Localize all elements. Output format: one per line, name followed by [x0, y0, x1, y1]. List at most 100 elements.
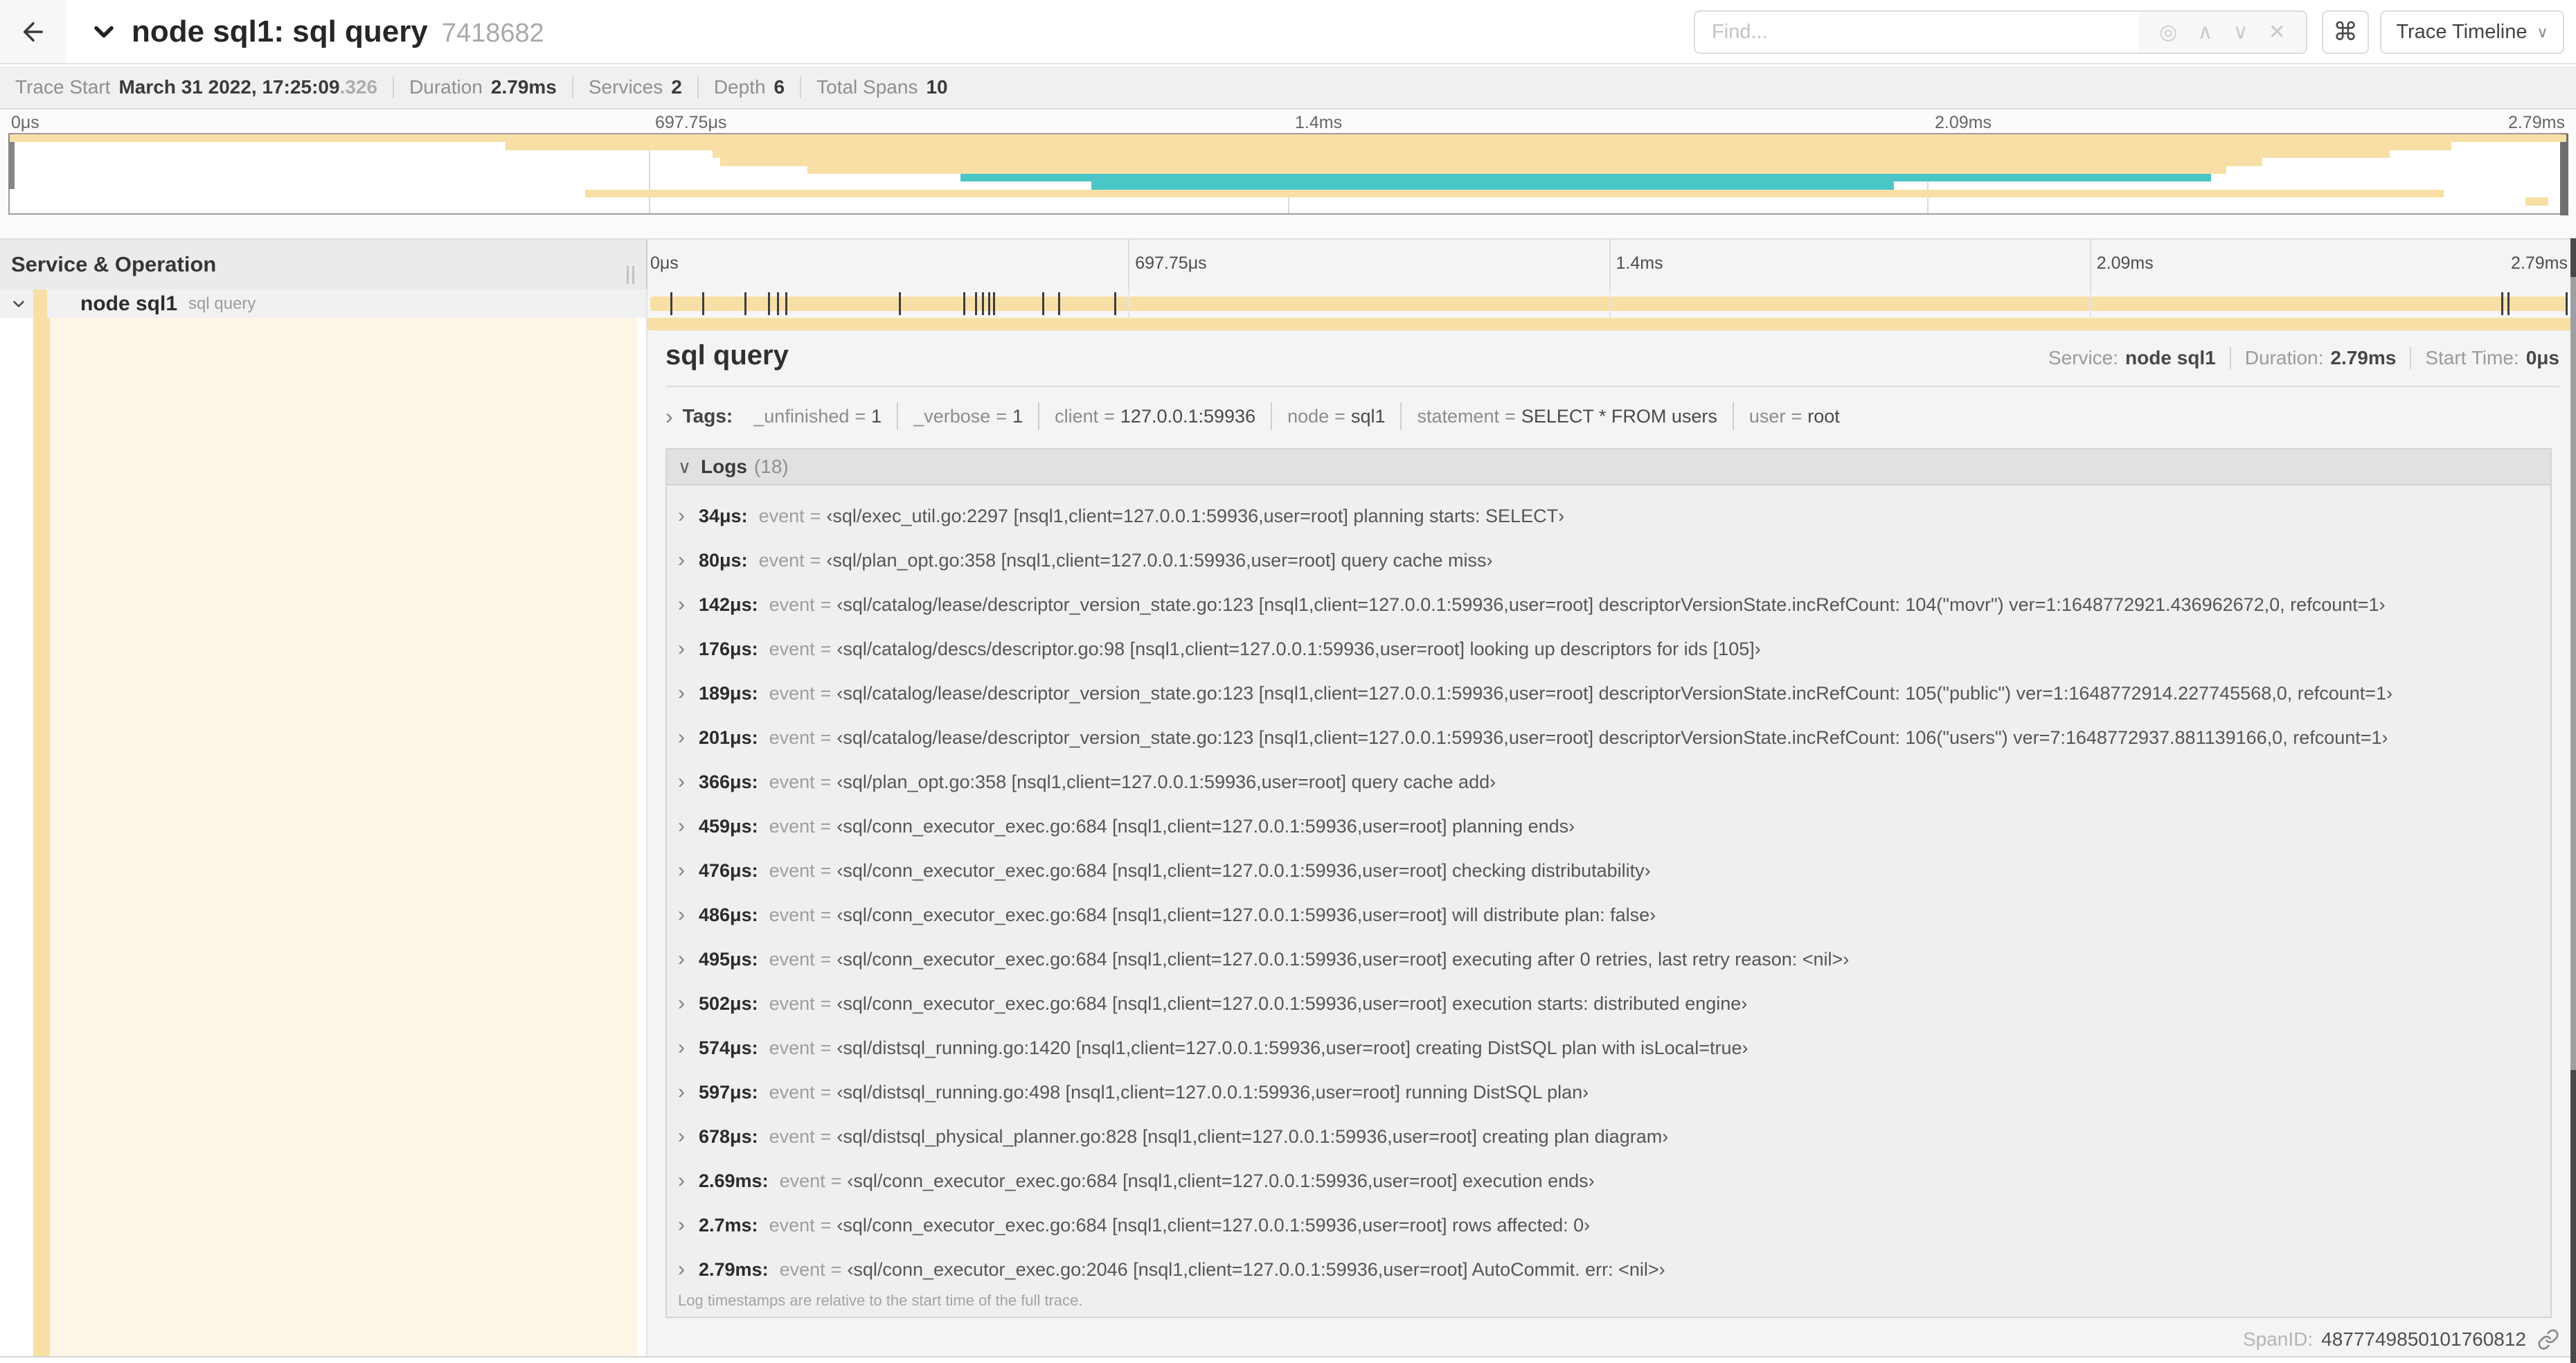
minimap-span-bar — [807, 166, 2226, 174]
chevron-right-icon: › — [678, 726, 685, 749]
log-entry-row[interactable]: › 597μs: event = ‹sql/distsql_running.go… — [667, 1070, 2550, 1114]
log-entry-row[interactable]: › 476μs: event = ‹sql/conn_executor_exec… — [667, 848, 2550, 893]
equals-sign: = — [820, 815, 832, 837]
log-marker-tick[interactable] — [974, 292, 977, 315]
log-entry-row[interactable]: › 2.79ms: event = ‹sql/conn_executor_exe… — [667, 1247, 2550, 1292]
collapse-span-chevron[interactable] — [10, 295, 28, 313]
chevron-right-icon: › — [678, 1169, 685, 1192]
log-marker-tick[interactable] — [1113, 292, 1116, 315]
log-marker-tick[interactable] — [701, 292, 704, 315]
span-detail-meta: Service: node sql1 Duration: 2.79ms Star… — [2048, 347, 2559, 369]
find-prev-icon[interactable]: ∧ — [2197, 20, 2212, 44]
find-input[interactable] — [1695, 12, 2139, 53]
ruler-tick-label: 0μs — [650, 253, 679, 273]
log-marker-tick[interactable] — [2566, 292, 2568, 315]
minimap-right-scrubber[interactable] — [2560, 134, 2568, 215]
equals-sign: = — [820, 1214, 832, 1236]
clear-find-icon[interactable]: ✕ — [2269, 20, 2286, 44]
divider — [800, 75, 802, 98]
service-operation-title: Service & Operation — [11, 252, 217, 276]
find-next-icon[interactable]: ∨ — [2233, 20, 2248, 44]
log-timestamp: 574μs: — [699, 1037, 758, 1058]
deep-link-icon[interactable] — [2537, 1328, 2559, 1351]
log-marker-tick[interactable] — [1058, 292, 1061, 315]
log-marker-tick[interactable] — [744, 292, 747, 315]
log-marker-tick[interactable] — [2501, 292, 2503, 315]
log-entry-row[interactable]: › 574μs: event = ‹sql/distsql_running.go… — [667, 1026, 2550, 1070]
log-entry-row[interactable]: › 189μs: event = ‹sql/catalog/lease/desc… — [667, 671, 2550, 715]
tags-label[interactable]: Tags: — [683, 405, 733, 427]
log-entry-row[interactable]: › 142μs: event = ‹sql/catalog/lease/desc… — [667, 582, 2550, 627]
chevron-right-icon: › — [678, 1080, 685, 1103]
minimap-span-bar — [960, 174, 2211, 182]
logs-label: Logs — [701, 456, 747, 477]
logs-accordion: ∨ Logs (18) › 34μs: event = ‹sql/exec_ut… — [665, 448, 2552, 1318]
log-marker-tick[interactable] — [670, 292, 672, 315]
locate-icon[interactable]: ◎ — [2159, 20, 2177, 44]
service-label: Service: — [2048, 347, 2119, 368]
collapse-trace-chevron[interactable] — [89, 0, 119, 63]
log-entry-row[interactable]: › 176μs: event = ‹sql/catalog/descs/desc… — [667, 627, 2550, 671]
span-row-name-column[interactable]: node sql1 sql query — [0, 289, 646, 318]
log-entry-row[interactable]: › 201μs: event = ‹sql/catalog/lease/desc… — [667, 715, 2550, 760]
scrollbar-thumb[interactable] — [2570, 277, 2576, 1070]
log-field-key: event — [769, 594, 815, 615]
log-entry-row[interactable]: › 2.7ms: event = ‹sql/conn_executor_exec… — [667, 1203, 2550, 1247]
ruler-tick-label: 697.75μs — [655, 113, 727, 132]
span-row[interactable]: node sql1 sql query — [0, 289, 2576, 318]
span-id-label: SpanID: — [2242, 1328, 2314, 1350]
log-marker-tick[interactable] — [777, 292, 779, 315]
log-marker-tick[interactable] — [963, 292, 965, 315]
trace-view-selector[interactable]: Trace Timeline ∨ — [2380, 10, 2564, 54]
log-event-value: ‹sql/distsql_running.go:498 [nsql1,clien… — [837, 1081, 1589, 1103]
log-marker-tick[interactable] — [1042, 292, 1045, 315]
log-marker-tick[interactable] — [899, 292, 902, 315]
log-entry-row[interactable]: › 486μs: event = ‹sql/conn_executor_exec… — [667, 893, 2550, 937]
trace-stats-bar: Trace Start March 31 2022, 17:25:09 .326… — [0, 66, 2576, 109]
span-detail-panel: sql query Service: node sql1 Duration: 2… — [647, 318, 2570, 1356]
depth-value: 6 — [773, 75, 785, 98]
logs-header[interactable]: ∨ Logs (18) — [667, 449, 2550, 485]
log-entry-row[interactable]: › 459μs: event = ‹sql/conn_executor_exec… — [667, 804, 2550, 848]
log-entry-row[interactable]: › 502μs: event = ‹sql/conn_executor_exec… — [667, 981, 2550, 1026]
log-marker-tick[interactable] — [987, 292, 990, 315]
span-tint-column — [50, 318, 637, 1356]
services-label: Services — [588, 75, 663, 98]
log-entry-row[interactable]: › 366μs: event = ‹sql/plan_opt.go:358 [n… — [667, 760, 2550, 804]
log-entry-row[interactable]: › 2.69ms: event = ‹sql/conn_executor_exe… — [667, 1159, 2550, 1203]
log-entry-row[interactable]: › 80μs: event = ‹sql/plan_opt.go:358 [ns… — [667, 538, 2550, 582]
column-resizer-grip[interactable] — [627, 266, 634, 284]
log-entry-row[interactable]: › 495μs: event = ‹sql/conn_executor_exec… — [667, 937, 2550, 981]
log-timestamp: 142μs: — [699, 594, 758, 615]
minimap-span-bar — [1091, 181, 1894, 190]
log-event-value: ‹sql/catalog/lease/descriptor_version_st… — [837, 682, 2393, 704]
log-timestamp: 459μs: — [699, 815, 758, 837]
tag-chip: node = sql1 — [1272, 402, 1402, 430]
log-marker-tick[interactable] — [785, 292, 787, 315]
ruler-tick-label: 2.79ms — [2508, 113, 2565, 132]
log-marker-tick[interactable] — [768, 292, 771, 315]
log-timestamp: 597μs: — [699, 1081, 758, 1103]
log-marker-tick[interactable] — [992, 292, 995, 315]
span-id-footer: SpanID: 4877749850101760812 — [2243, 1324, 2559, 1355]
log-field-key: event — [769, 638, 815, 659]
log-timestamp: 176μs: — [699, 638, 758, 659]
span-color-stripe — [33, 318, 50, 1356]
keyboard-shortcuts-button[interactable]: ⌘ — [2322, 10, 2369, 54]
log-entry-row[interactable]: › 34μs: event = ‹sql/exec_util.go:2297 [… — [667, 494, 2550, 538]
chevron-right-icon: › — [678, 770, 685, 793]
arrow-left-icon — [23, 21, 43, 42]
back-button[interactable] — [0, 0, 66, 63]
span-row-timeline[interactable] — [646, 289, 2570, 318]
minimap-canvas[interactable] — [8, 133, 2568, 215]
log-entry-row[interactable]: › 678μs: event = ‹sql/distsql_physical_p… — [667, 1114, 2550, 1159]
equals-sign: = — [820, 638, 832, 659]
log-field-key: event — [758, 549, 805, 571]
equals-sign: = — [820, 1081, 832, 1103]
span-service-name: node sql1 — [80, 292, 178, 315]
chevron-right-icon[interactable]: › — [665, 404, 673, 429]
chevron-down-icon — [13, 300, 24, 308]
log-marker-tick[interactable] — [2507, 292, 2510, 315]
ruler-tick-label: 2.09ms — [1935, 113, 1992, 132]
log-marker-tick[interactable] — [981, 292, 984, 315]
